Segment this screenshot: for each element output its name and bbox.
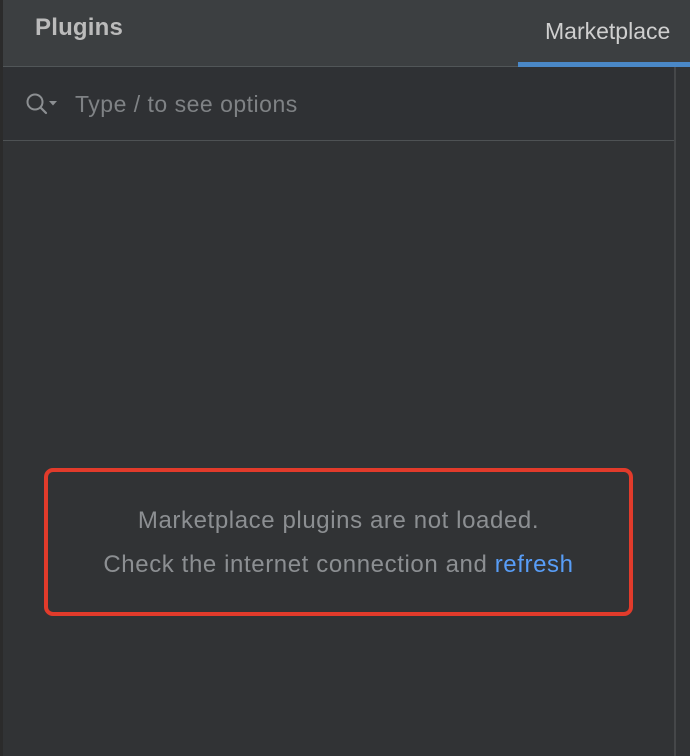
empty-state-message: Marketplace plugins are not loaded. Chec…: [44, 468, 633, 616]
search-icon[interactable]: [25, 92, 59, 116]
plugin-list-area: Marketplace plugins are not loaded. Chec…: [3, 141, 674, 756]
empty-state-line2-text: Check the internet connection and: [103, 551, 488, 578]
plugins-header: Plugins Marketplace: [3, 0, 690, 67]
plugins-window: Plugins Marketplace Marketplace plugins …: [0, 0, 690, 756]
empty-state-line1: Marketplace plugins are not loaded.: [137, 507, 540, 534]
details-panel-edge: [676, 67, 690, 756]
tab-marketplace[interactable]: Marketplace: [518, 0, 690, 67]
page-title: Plugins: [35, 14, 124, 41]
search-input[interactable]: [75, 85, 655, 123]
refresh-link[interactable]: refresh: [495, 551, 574, 578]
search-bar: [3, 67, 674, 141]
tab-marketplace-label: Marketplace: [545, 18, 671, 44]
empty-state-line2: Check the internet connection and refres…: [48, 551, 629, 579]
